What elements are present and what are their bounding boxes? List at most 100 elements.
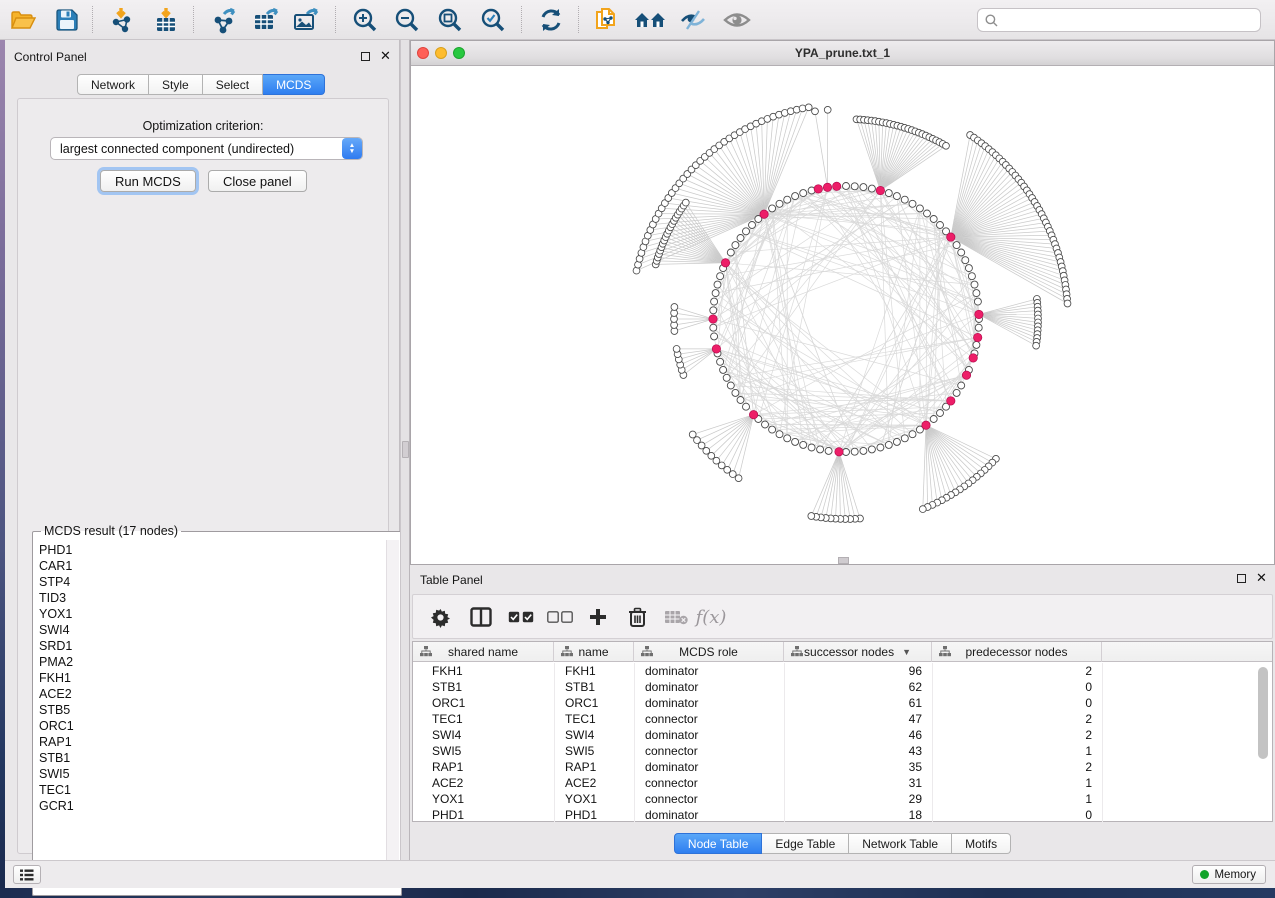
network-node[interactable] bbox=[953, 242, 960, 249]
network-node[interactable] bbox=[769, 426, 776, 433]
network-node[interactable] bbox=[800, 441, 807, 448]
network-node[interactable] bbox=[958, 249, 965, 256]
network-node[interactable] bbox=[714, 281, 721, 288]
mcds-result-item[interactable]: PHD1 bbox=[39, 542, 383, 558]
table-settings-icon[interactable] bbox=[425, 602, 455, 632]
result-list-scrollbar[interactable] bbox=[386, 540, 399, 888]
close-table-panel-icon[interactable]: ✕ bbox=[1256, 573, 1267, 583]
network-node[interactable] bbox=[732, 242, 739, 249]
network-dominator-node[interactable] bbox=[962, 371, 970, 379]
network-dominator-node[interactable] bbox=[922, 421, 930, 429]
network-dominator-node[interactable] bbox=[721, 259, 729, 267]
network-node[interactable] bbox=[909, 431, 916, 438]
splitter-grab-handle[interactable] bbox=[402, 441, 409, 458]
network-leaf-node[interactable] bbox=[671, 304, 678, 311]
network-node[interactable] bbox=[901, 196, 908, 203]
network-node[interactable] bbox=[817, 446, 824, 453]
network-leaf-node[interactable] bbox=[1064, 300, 1071, 307]
network-node[interactable] bbox=[792, 438, 799, 445]
mcds-result-list[interactable]: PHD1CAR1STP4TID3YOX1SWI4SRD1PMA2FKH1ACE2… bbox=[39, 542, 383, 886]
network-leaf-node[interactable] bbox=[808, 513, 815, 520]
network-node[interactable] bbox=[877, 444, 884, 451]
network-node[interactable] bbox=[776, 431, 783, 438]
network-dominator-node[interactable] bbox=[947, 233, 955, 241]
mcds-result-item[interactable]: GCR1 bbox=[39, 798, 383, 814]
table-row[interactable]: RAP1RAP1dominator352 bbox=[413, 759, 1253, 775]
network-node[interactable] bbox=[711, 298, 718, 305]
network-node[interactable] bbox=[885, 441, 892, 448]
network-node[interactable] bbox=[901, 435, 908, 442]
table-scrollbar[interactable] bbox=[1257, 665, 1269, 819]
network-node[interactable] bbox=[968, 273, 975, 280]
network-dominator-node[interactable] bbox=[814, 185, 822, 193]
network-node[interactable] bbox=[930, 416, 937, 423]
network-node[interactable] bbox=[723, 374, 730, 381]
mcds-result-item[interactable]: SWI5 bbox=[39, 766, 383, 782]
zoom-selected-icon[interactable] bbox=[476, 5, 510, 35]
column-header-predecessor-nodes[interactable]: predecessor nodes bbox=[932, 642, 1102, 662]
tab-mcds[interactable]: MCDS bbox=[263, 74, 325, 95]
search-field[interactable] bbox=[977, 8, 1261, 32]
network-dominator-node[interactable] bbox=[969, 354, 977, 362]
network-node[interactable] bbox=[930, 216, 937, 223]
network-node[interactable] bbox=[962, 257, 969, 264]
mcds-result-item[interactable]: FKH1 bbox=[39, 670, 383, 686]
import-table-icon[interactable] bbox=[149, 5, 183, 35]
mcds-result-item[interactable]: TID3 bbox=[39, 590, 383, 606]
network-node[interactable] bbox=[868, 185, 875, 192]
network-leaf-node[interactable] bbox=[735, 475, 742, 482]
network-window-titlebar[interactable]: YPA_prune.txt_1 bbox=[411, 41, 1274, 66]
network-node[interactable] bbox=[937, 410, 944, 417]
network-node[interactable] bbox=[784, 435, 791, 442]
float-window-icon[interactable] bbox=[361, 52, 370, 61]
network-dominator-node[interactable] bbox=[749, 411, 757, 419]
network-node[interactable] bbox=[743, 403, 750, 410]
zoom-in-icon[interactable] bbox=[348, 5, 382, 35]
split-columns-icon[interactable] bbox=[466, 602, 496, 632]
run-mcds-button[interactable]: Run MCDS bbox=[100, 170, 196, 192]
network-node[interactable] bbox=[749, 222, 756, 229]
network-node[interactable] bbox=[916, 205, 923, 212]
network-node[interactable] bbox=[893, 438, 900, 445]
hide-selected-icon[interactable] bbox=[676, 5, 710, 35]
network-node[interactable] bbox=[769, 205, 776, 212]
network-node[interactable] bbox=[717, 358, 724, 365]
table-row[interactable]: ACE2ACE2connector311 bbox=[413, 775, 1253, 791]
network-node[interactable] bbox=[727, 382, 734, 389]
table-row[interactable]: PHD1PHD1dominator180 bbox=[413, 807, 1253, 823]
network-leaf-node[interactable] bbox=[799, 105, 806, 112]
column-header-shared-name[interactable]: shared name bbox=[413, 642, 554, 662]
network-dominator-node[interactable] bbox=[974, 333, 982, 341]
clone-network-icon[interactable] bbox=[590, 5, 624, 35]
network-leaf-node[interactable] bbox=[673, 346, 680, 353]
network-node[interactable] bbox=[975, 324, 982, 331]
network-node[interactable] bbox=[851, 183, 858, 190]
mcds-result-item[interactable]: CAR1 bbox=[39, 558, 383, 574]
network-node[interactable] bbox=[965, 265, 972, 272]
unselect-all-columns-icon[interactable] bbox=[545, 602, 575, 632]
network-dominator-node[interactable] bbox=[975, 310, 983, 318]
mcds-result-item[interactable]: STB5 bbox=[39, 702, 383, 718]
export-image-icon[interactable] bbox=[289, 5, 323, 35]
network-canvas[interactable] bbox=[411, 66, 1274, 564]
export-table-icon[interactable] bbox=[249, 5, 283, 35]
apply-layout-icon[interactable] bbox=[534, 5, 568, 35]
task-history-button[interactable] bbox=[13, 865, 41, 884]
table-row[interactable]: YOX1YOX1connector291 bbox=[413, 791, 1253, 807]
mcds-result-item[interactable]: ACE2 bbox=[39, 686, 383, 702]
network-dominator-node[interactable] bbox=[823, 183, 831, 191]
network-node[interactable] bbox=[743, 228, 750, 235]
network-node[interactable] bbox=[727, 249, 734, 256]
network-leaf-node[interactable] bbox=[1033, 342, 1040, 349]
network-leaf-node[interactable] bbox=[689, 431, 696, 438]
network-leaf-node[interactable] bbox=[805, 104, 812, 111]
network-dominator-node[interactable] bbox=[709, 315, 717, 323]
network-node[interactable] bbox=[973, 290, 980, 297]
network-node[interactable] bbox=[973, 341, 980, 348]
network-leaf-node[interactable] bbox=[824, 106, 831, 113]
optimization-criterion-select[interactable]: largest connected component (undirected)… bbox=[50, 137, 363, 160]
network-node[interactable] bbox=[953, 389, 960, 396]
mcds-result-item[interactable]: PMA2 bbox=[39, 654, 383, 670]
table-row[interactable]: FKH1FKH1dominator962 bbox=[413, 663, 1253, 679]
export-network-icon[interactable] bbox=[208, 5, 242, 35]
